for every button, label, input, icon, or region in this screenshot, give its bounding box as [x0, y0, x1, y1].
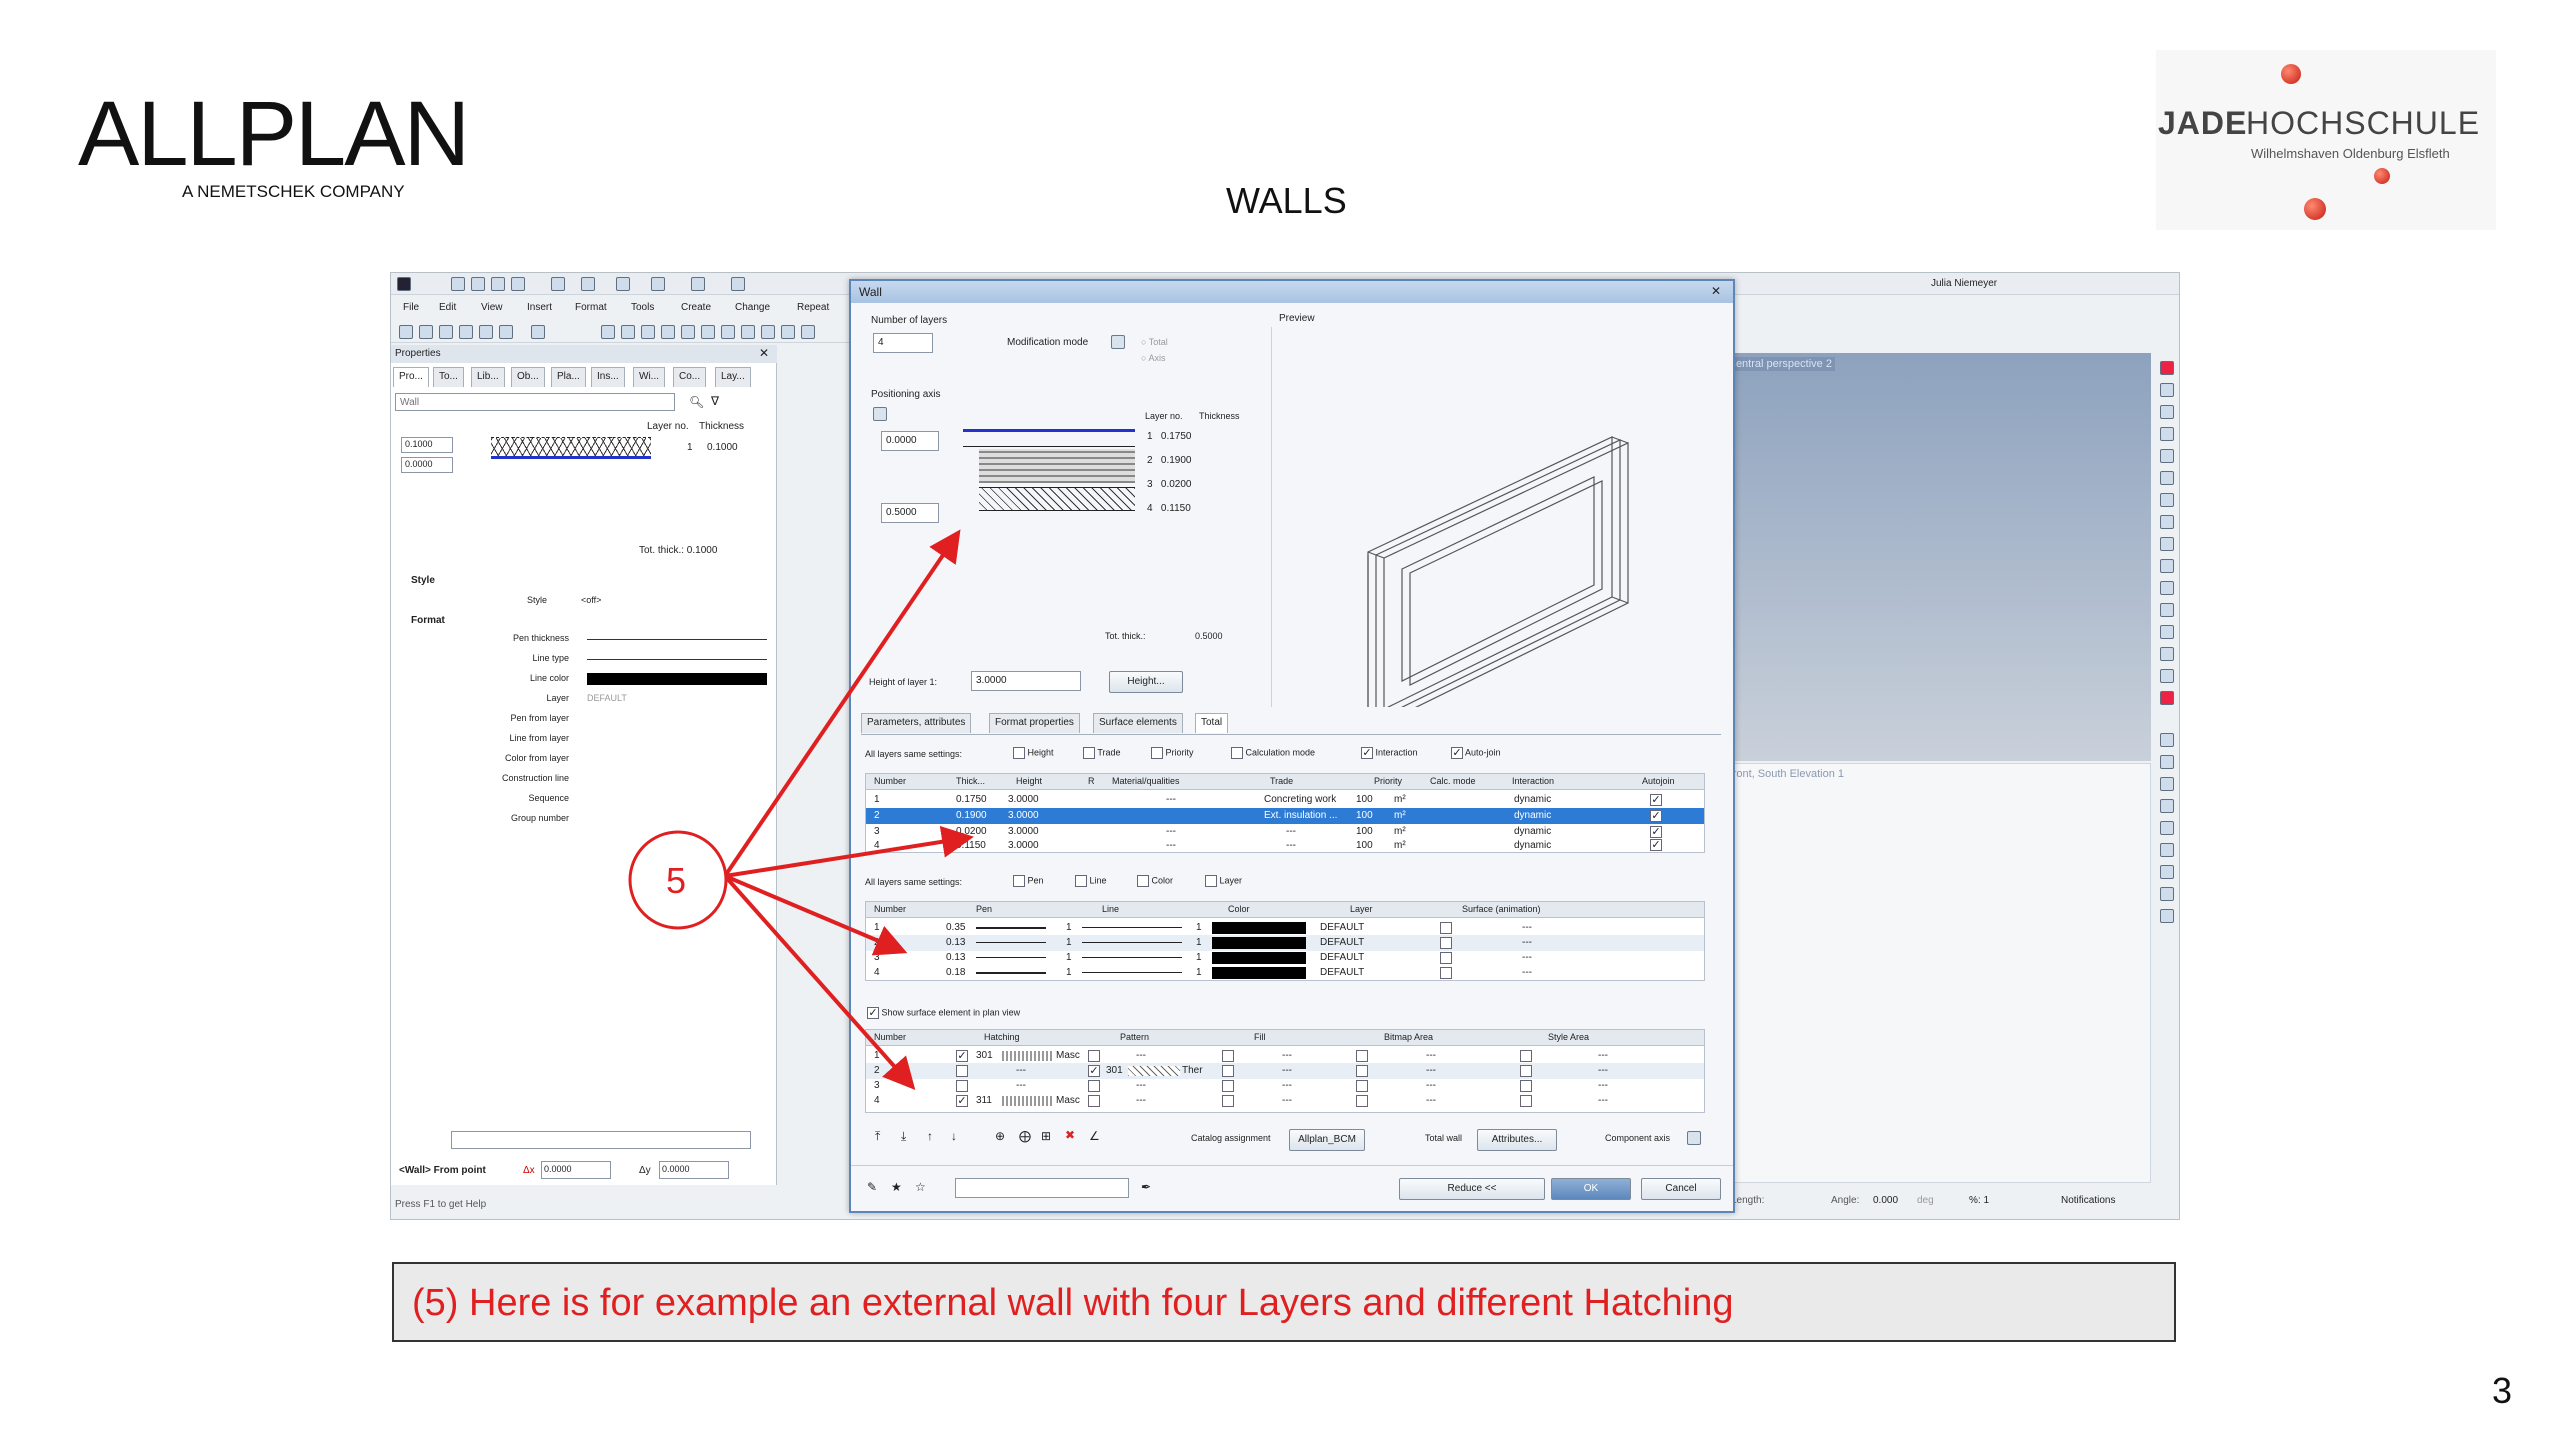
- callout-number: 5: [666, 860, 687, 901]
- arrow-to-layer-table: [724, 825, 974, 878]
- caption-box: (5) Here is for example an external wall…: [392, 1262, 2176, 1342]
- caption-text: (5) Here is for example an external wall…: [412, 1282, 1734, 1324]
- arrow-to-section: [723, 529, 961, 878]
- arrow-to-hatching-table: [723, 874, 916, 1090]
- arrow-to-format-table: [724, 874, 908, 956]
- callout-arrows: [628, 529, 974, 1090]
- page-number: 3: [2492, 1370, 2513, 1411]
